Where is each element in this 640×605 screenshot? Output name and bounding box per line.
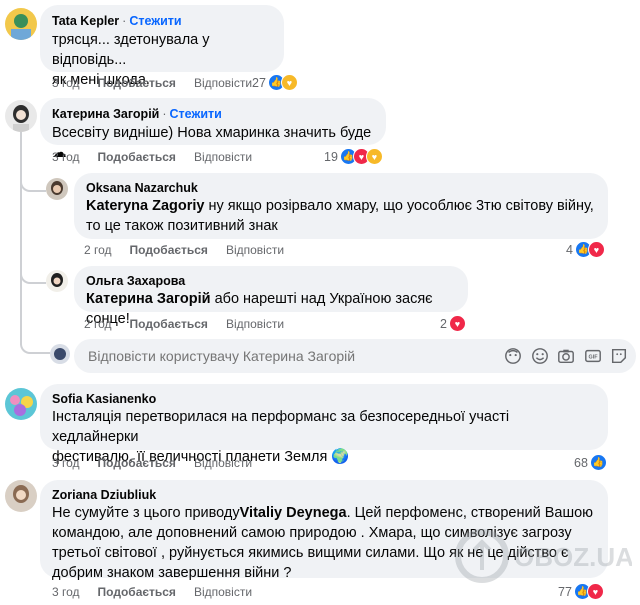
like-button[interactable]: Подобається [98,585,176,599]
comment-author[interactable]: Sofia Kasianenko [52,391,596,407]
comment-text: то це також позитивний знак [86,218,278,234]
love-reaction-icon: ♥ [587,241,605,258]
follow-button[interactable]: Стежити [170,107,222,121]
care-reaction-icon: ♥ [280,74,298,91]
globe-emoji-icon: 🌍 [331,449,350,465]
emoji-icon[interactable] [531,347,549,365]
comment-time[interactable]: 3 год [52,456,80,470]
reaction-summary[interactable]: 2 ♥ [440,315,466,332]
comment-time[interactable]: 2 год [84,243,112,257]
current-user-avatar [50,344,70,364]
comment-actions: 3 год Подобається Відповісти [52,456,252,470]
care-reaction-icon: ♥ [365,148,383,165]
mention-link[interactable]: Катерина Загорій [86,291,211,307]
comment-author[interactable]: Oksana Nazarchuk [86,180,596,196]
comment-bubble: Tata Kepler · Стежити трясця... здетонувал… [40,5,284,88]
mention-link[interactable]: Vitaliy Deynega [240,505,347,521]
comment-bubble: Катерина Загорій · Стежити Всесвіту видніш… [40,98,386,161]
comment-bubble: Zoriana Dziubliuk Не сумуйте з цього при… [40,480,608,581]
svg-text:GIF: GIF [589,355,599,361]
comment-author[interactable]: Zoriana Dziubliuk [52,487,596,503]
reply-composer: GIF [74,339,636,373]
follow-button[interactable]: Стежити [129,14,181,28]
reply-button[interactable]: Відповісти [226,243,284,257]
reply-button[interactable]: Відповісти [194,150,252,164]
avatar-image [46,270,68,292]
reaction-count: 2 [440,316,447,331]
comment-actions: 2 год Подобається Відповісти [84,243,284,257]
avatar[interactable] [5,100,37,132]
comment-bubble: Oksana Nazarchuk Kateryna Zagoriy ну якщ… [74,173,608,239]
reaction-summary[interactable]: 19 👍 ♥ ♥ [324,148,383,165]
love-reaction-icon: ♥ [448,315,466,332]
reply-button[interactable]: Відповісти [194,76,252,90]
comment-text: . Цей перфоменс, створений Вашою [346,505,594,521]
comment-time[interactable]: 3 год [52,585,80,599]
avatar[interactable] [5,8,37,40]
like-button[interactable]: Подобається [98,150,176,164]
reaction-summary[interactable]: 77 👍 ♥ [558,583,604,600]
thread-line [20,130,22,345]
reaction-count: 77 [558,584,572,599]
avatar-sticker-icon[interactable] [504,347,522,365]
like-reaction-icon: 👍 [589,454,607,471]
avatar-image [46,178,68,200]
avatar-image [5,100,37,132]
sticker-icon[interactable] [610,347,628,365]
thread-connector [20,330,50,354]
comment-bubble: Sofia Kasianenko Інсталяція перетворилас… [40,384,608,465]
comment-time[interactable]: 2 год [84,317,112,331]
avatar-image [5,480,37,512]
reply-button[interactable]: Відповісти [226,317,284,331]
mention-link[interactable]: Kateryna Zagoriy [86,198,204,214]
reaction-summary[interactable]: 4 👍 ♥ [566,241,605,258]
love-reaction-icon: ♥ [586,583,604,600]
gif-icon[interactable]: GIF [584,347,602,365]
reaction-count: 68 [574,455,588,470]
reaction-count: 27 [252,75,266,90]
comment-author[interactable]: Ольга Захарова [86,273,456,289]
comment-text: командою, але доповнений самою природою … [52,525,572,541]
reaction-count: 19 [324,149,338,164]
avatar[interactable] [46,178,68,200]
reply-input[interactable] [88,339,468,373]
camera-icon[interactable] [557,347,575,365]
reply-button[interactable]: Відповісти [194,585,252,599]
comment-text: Всесвіту видніше) Нова хмаринка значить … [52,125,372,141]
like-button[interactable]: Подобається [98,456,176,470]
avatar-image [5,388,37,420]
comment-text: Не сумуйте з цього приводу [52,505,240,521]
comment-actions: 3 год Подобається Відповісти [52,76,252,90]
avatar-image [5,8,37,40]
comment-text: ну якщо розірвало хмару, що уособлює 3тю… [204,198,594,214]
comment-actions: 3 год Подобається Відповісти [52,150,252,164]
comment-text: добрим знаком завершення війни ? [52,565,292,581]
avatar[interactable] [5,388,37,420]
reaction-summary[interactable]: 68 👍 [574,454,607,471]
like-button[interactable]: Подобається [130,243,208,257]
reply-button[interactable]: Відповісти [194,456,252,470]
comment-time[interactable]: 3 год [52,150,80,164]
comment-actions: 2 год Подобається Відповісти [84,317,284,331]
comment-text: трясця... здетонувала у відповідь... [52,32,210,68]
comment-time[interactable]: 3 год [52,76,80,90]
thread-connector [20,262,46,284]
like-button[interactable]: Подобається [130,317,208,331]
avatar[interactable] [5,480,37,512]
comment-author[interactable]: Катерина Загорій [52,107,159,121]
avatar[interactable] [46,270,68,292]
comment-actions: 3 год Подобається Відповісти [52,585,252,599]
comment-text: третьої світової , руйнується якимись ви… [52,545,569,561]
comment-text: Інсталяція перетворилася на перформанс з… [52,409,510,445]
user-avatar-icon [50,344,70,364]
reaction-count: 4 [566,242,573,257]
like-button[interactable]: Подобається [98,76,176,90]
reaction-summary[interactable]: 27 👍 ♥ [252,74,298,91]
comment-author[interactable]: Tata Kepler [52,14,119,28]
thread-connector [20,170,46,192]
comment-bubble: Ольга Захарова Катерина Загорій або наре… [74,266,468,327]
